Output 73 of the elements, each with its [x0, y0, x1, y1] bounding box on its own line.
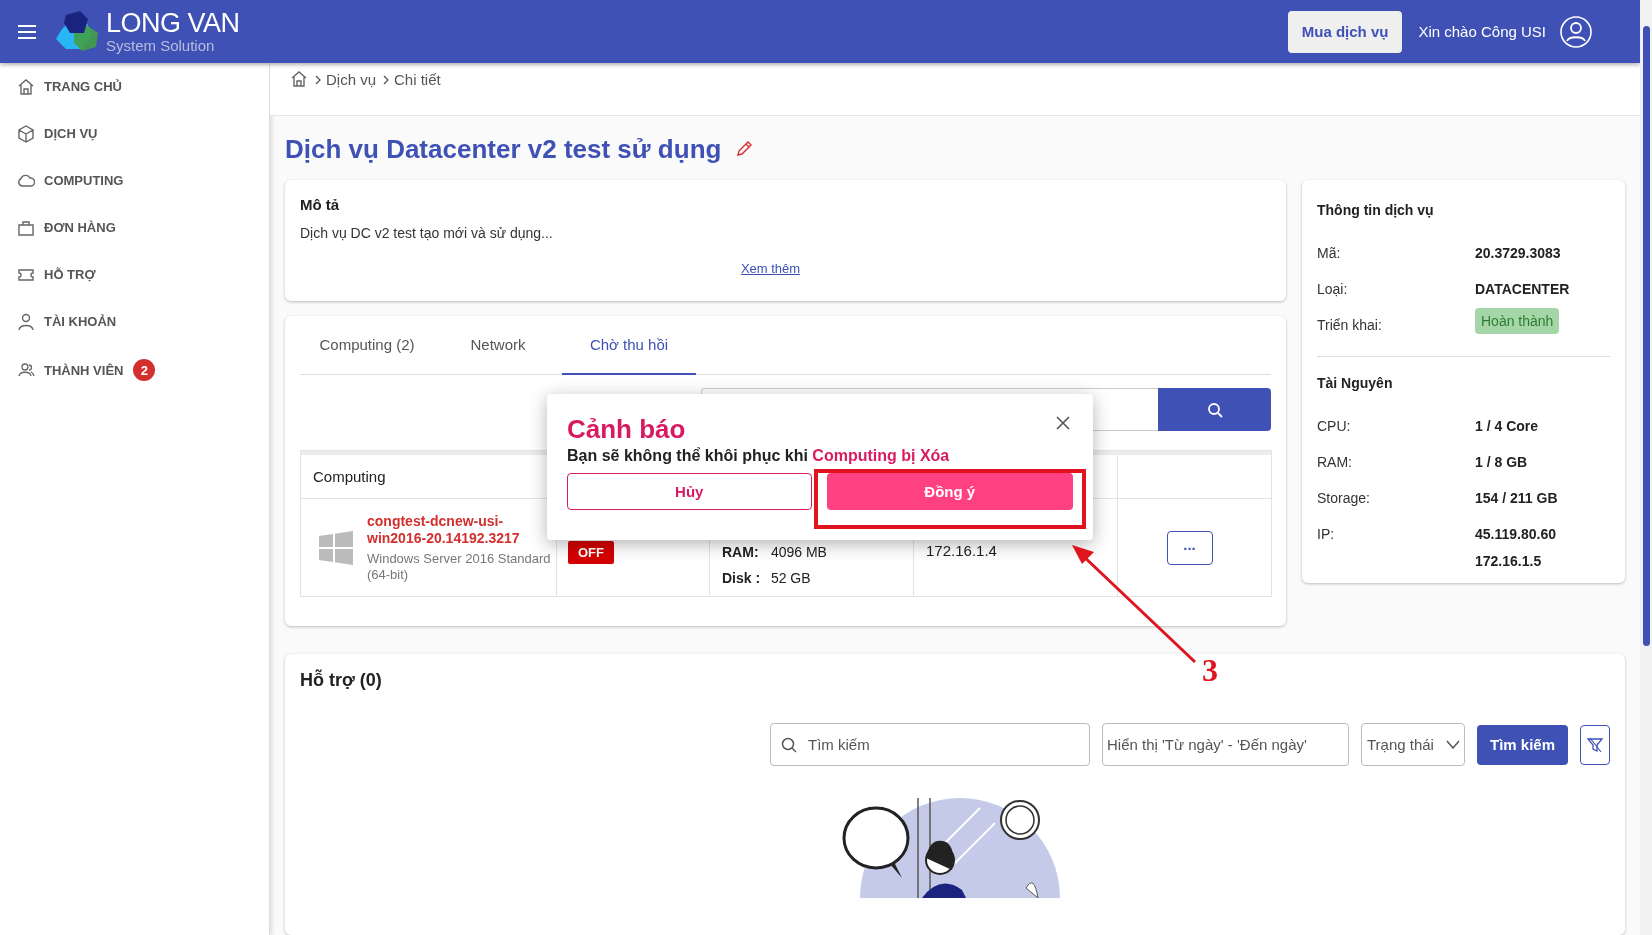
home-icon[interactable] — [290, 70, 308, 88]
status-badge: Hoàn thành — [1475, 308, 1560, 334]
scrollbar[interactable] — [1640, 0, 1652, 935]
home-icon — [17, 77, 35, 96]
field-label: IP: — [1317, 525, 1336, 542]
field-label: CPU: — [1317, 417, 1352, 434]
bag-icon — [17, 218, 35, 237]
sidebar-item[interactable]: TRANG CHỦ — [0, 63, 269, 110]
close-icon — [1055, 414, 1071, 431]
buy-service-button[interactable]: Mua dịch vụ — [1287, 10, 1403, 53]
sidebar-item[interactable]: COMPUTING — [0, 157, 269, 204]
greeting-text: Xin chào Công USI — [1418, 23, 1546, 40]
breadcrumb-link[interactable]: Dịch vụ — [326, 71, 377, 88]
field-label: RAM: — [1317, 453, 1353, 470]
section-heading: Hỗ trợ (0) — [300, 670, 382, 691]
sidebar-item[interactable]: ĐƠN HÀNG — [0, 204, 269, 251]
spec-text: Disk : 52 GB — [722, 569, 812, 588]
field-label: Triển khai: — [1317, 316, 1383, 333]
user-icon — [17, 312, 35, 331]
field-label: Loại: — [1317, 280, 1349, 297]
field-label: Storage: — [1317, 489, 1371, 506]
date-range-field[interactable]: Hiển thị 'Từ ngày' - 'Đến ngày' — [1101, 723, 1349, 766]
field-value: DATACENTER — [1475, 280, 1570, 299]
sidebar-item[interactable]: HỖ TRỢ — [0, 251, 269, 298]
brand-name: LONG VAN — [106, 10, 240, 37]
description-text: Dịch vụ DC v2 test tạo mới và sử dụng... — [300, 225, 554, 241]
annotation-number: 3 — [1202, 652, 1218, 689]
dialog-title: Cảnh báo — [567, 414, 686, 445]
chevron-icon — [382, 74, 391, 85]
windows-icon — [319, 530, 353, 565]
description-heading: Mô tả — [300, 196, 341, 213]
field-value: 1 / 4 Core — [1475, 417, 1539, 436]
field-value: 20.3729.3083 — [1475, 244, 1561, 263]
caret-icon — [1445, 740, 1460, 749]
brand-tagline: System Solution — [106, 38, 216, 53]
menu-icon[interactable] — [18, 24, 36, 39]
field-value: 172.16.1.5 — [1475, 552, 1543, 571]
chevron-icon — [314, 74, 322, 85]
field-label: Mã: — [1317, 244, 1342, 261]
field-value: 1 / 8 GB — [1475, 453, 1528, 472]
tab[interactable]: Chờ thu hồi — [562, 316, 696, 375]
pencil-icon[interactable] — [735, 140, 754, 158]
avatar-icon[interactable] — [1560, 15, 1592, 48]
field-value: 154 / 211 GB — [1475, 489, 1558, 508]
more-button[interactable]: ... — [1166, 530, 1213, 565]
scrollbar-thumb[interactable] — [1642, 26, 1650, 646]
sidebar-item[interactable]: THÀNH VIÊN 2 — [0, 345, 269, 395]
os-text: Windows Server 2016 Standard (64-bit) — [367, 550, 552, 583]
filter-button[interactable] — [1580, 724, 1610, 765]
search-icon — [780, 737, 797, 753]
tab[interactable]: Network — [434, 316, 562, 375]
section-heading: Thông tin dịch vụ — [1317, 202, 1435, 218]
search-button[interactable]: Tìm kiếm — [1476, 724, 1568, 765]
status-dropdown[interactable]: Trạng thái — [1360, 723, 1465, 766]
count-badge: 2 — [133, 359, 156, 381]
section-heading: Tài Nguyên — [1317, 375, 1394, 391]
status-badge: OFF — [568, 541, 614, 564]
sidebar-item[interactable]: TÀI KHOẢN — [0, 298, 269, 345]
page-title: Dịch vụ Datacenter v2 test sử dụng — [285, 133, 722, 165]
tab[interactable]: Computing (2) — [300, 316, 434, 375]
field-value: 45.119.80.60 — [1475, 525, 1556, 544]
ip-text: 172.16.1.4 — [926, 542, 997, 559]
search-icon — [1206, 401, 1223, 418]
dialog-message: Bạn sẽ không thể khôi phục khi Computing bị Xóa — [567, 447, 951, 465]
spec-text: RAM: 4096 MB — [722, 543, 828, 562]
breadcrumb-link[interactable]: Chi tiết — [394, 71, 441, 88]
users-icon — [17, 361, 35, 379]
filter-icon — [1587, 736, 1603, 753]
sidebar-item[interactable]: DỊCH VỤ — [0, 110, 269, 157]
search-field[interactable]: Tìm kiếm — [769, 723, 1090, 766]
see-more-link[interactable]: Xem thêm — [740, 261, 801, 276]
cube-icon — [17, 124, 35, 143]
cancel-button[interactable]: Hủy — [567, 473, 812, 510]
